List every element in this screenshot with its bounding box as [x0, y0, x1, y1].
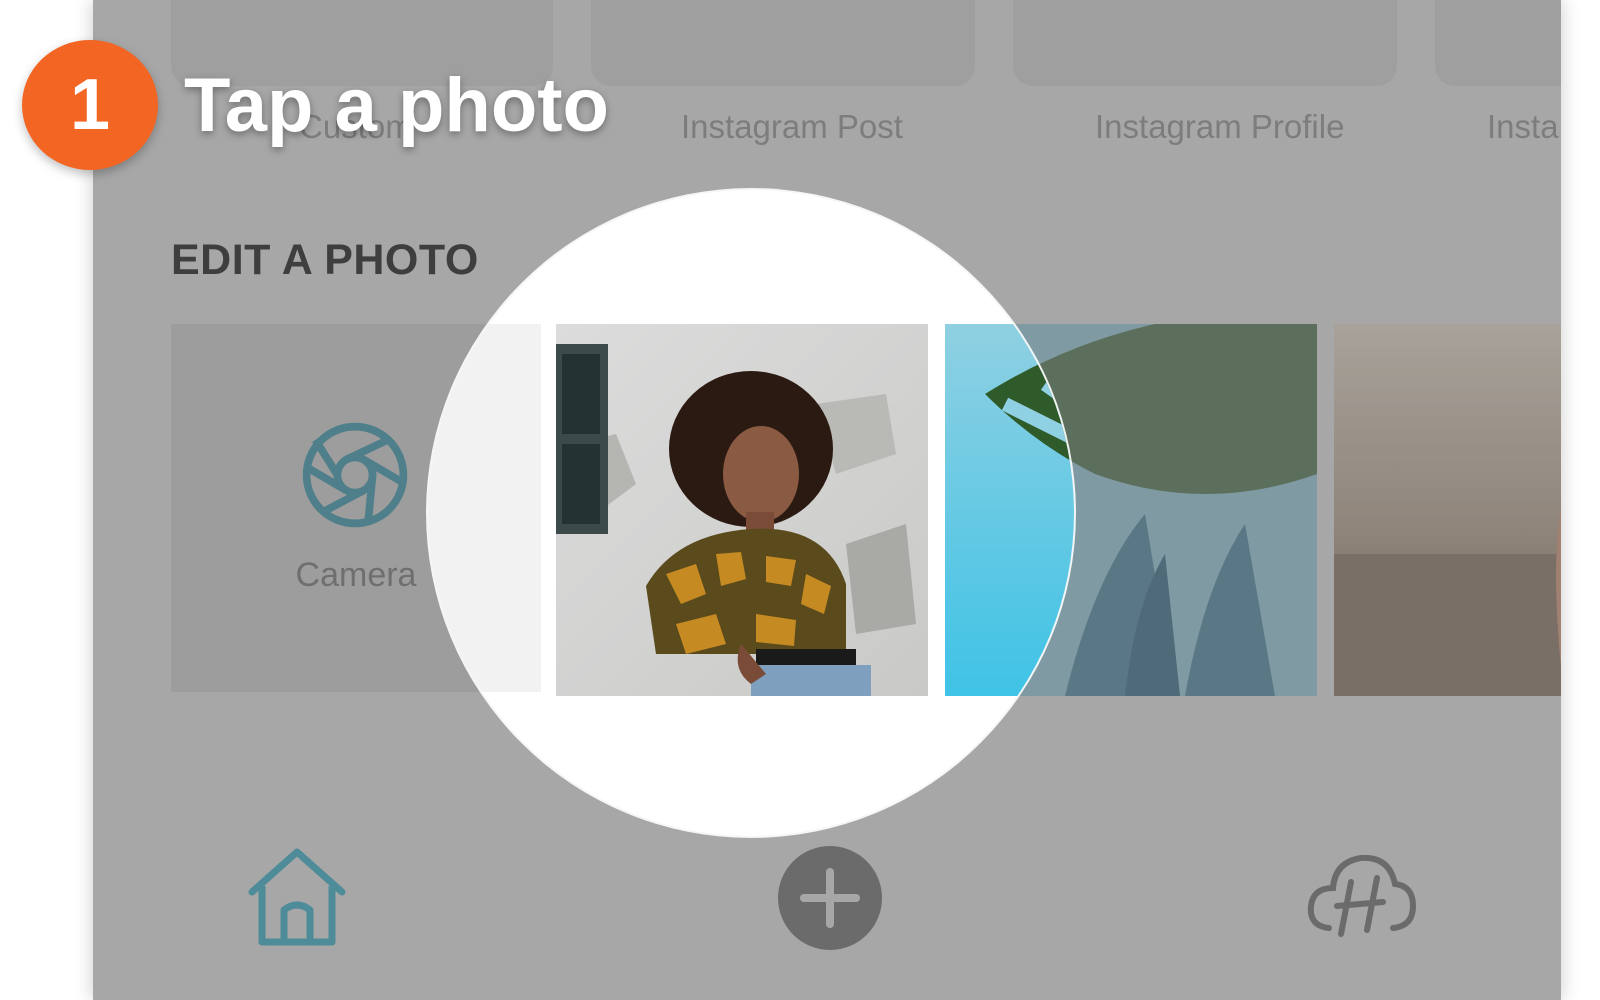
template-card-instagram-more[interactable]	[1435, 0, 1561, 86]
photo-tile-portrait[interactable]	[556, 324, 928, 696]
template-card-instagram-post[interactable]	[591, 0, 975, 86]
monstera-leaf-photo	[945, 324, 1074, 696]
beach-sunset-photo	[1334, 324, 1561, 696]
template-label-instagram-profile: Instagram Profile	[1095, 108, 1345, 145]
camera-tile-highlight	[428, 324, 541, 692]
woman-portrait-photo	[556, 324, 928, 696]
app-screen: Custom Instagram Post Instagram Profile …	[93, 0, 1561, 1000]
step-number-badge: 1	[22, 40, 158, 170]
home-icon[interactable]	[244, 846, 350, 950]
spotlight-highlight	[428, 190, 1074, 836]
step-instruction: Tap a photo	[184, 63, 609, 148]
plus-icon	[800, 868, 860, 928]
template-card-instagram-profile[interactable]	[1013, 0, 1397, 86]
template-label-instagram-more: Insta	[1487, 108, 1559, 145]
photo-tile-beach[interactable]	[1334, 324, 1561, 696]
camera-shutter-icon	[302, 422, 408, 528]
cloud-h-icon[interactable]	[1305, 848, 1417, 940]
photo-tile-leaf-highlight[interactable]	[945, 324, 1074, 696]
template-label-instagram-post: Instagram Post	[681, 108, 903, 145]
add-button[interactable]	[778, 846, 882, 950]
